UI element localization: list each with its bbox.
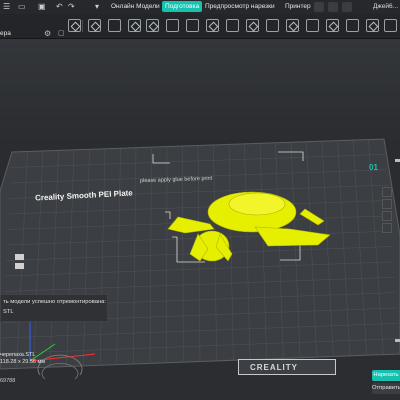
tab-online-models[interactable]: Онлайн Модели — [108, 1, 163, 12]
support-paint-icon[interactable] — [286, 19, 299, 32]
auto-orient-icon[interactable] — [146, 19, 159, 32]
user-name[interactable]: Джей6... — [373, 1, 398, 12]
color-paint-icon[interactable] — [326, 19, 339, 32]
side-tool-icon[interactable] — [382, 223, 392, 233]
rotate-icon[interactable] — [128, 19, 141, 32]
assemble-icon[interactable] — [366, 19, 379, 32]
arrange-icon[interactable] — [166, 19, 179, 32]
add-plate-icon[interactable] — [68, 19, 81, 32]
divider — [82, 20, 83, 32]
seam-paint-icon[interactable] — [306, 19, 319, 32]
text-icon[interactable] — [384, 19, 397, 32]
save-icon[interactable]: ▣ — [38, 2, 46, 11]
gear-icon[interactable]: ⚙ — [44, 29, 51, 38]
side-tool-icon[interactable] — [382, 211, 392, 221]
measure-icon[interactable] — [346, 19, 359, 32]
side-tool-icon[interactable] — [382, 187, 392, 197]
orient-icon[interactable] — [88, 19, 101, 32]
model-info: черепаха.STL 118.28 x 29.56 мм — [0, 352, 45, 366]
redo-icon[interactable]: ↷ — [68, 2, 75, 11]
3d-viewport[interactable]: please apply glue before print Creality … — [0, 39, 400, 400]
scale-icon[interactable] — [246, 19, 259, 32]
model-file-name: черепаха.STL — [0, 352, 36, 358]
repair-notification: ть модели успешно отремонтирована: STL — [0, 294, 108, 322]
expand-icon[interactable]: ▢ — [58, 29, 65, 37]
slice-button[interactable]: Нарезать — [372, 370, 400, 381]
settings-icon[interactable] — [342, 2, 352, 12]
side-tool-icon[interactable] — [382, 199, 392, 209]
toolbar: ера ⚙ ▢ — [0, 14, 400, 39]
send-button[interactable]: Отправить — [372, 383, 400, 394]
notification-text: ть модели успешно отремонтирована: — [3, 299, 107, 305]
tab-slice-preview[interactable]: Предпросмотр нарезки — [202, 1, 278, 12]
folder-icon[interactable]: ▭ — [18, 2, 26, 11]
left-panel-label: ера — [0, 30, 11, 37]
build-plate[interactable] — [0, 39, 400, 400]
mesh-boolean-icon[interactable] — [266, 19, 279, 32]
menu-icon[interactable]: ☰ — [3, 2, 10, 11]
top-bar: ☰ ▭ ▣ ↶ ↷ ▾ Онлайн Модели Подготовка Пре… — [0, 0, 400, 14]
brand-logo: CREALITY — [250, 363, 298, 372]
device-icon[interactable] — [314, 2, 324, 12]
undo-icon[interactable]: ↶ — [56, 2, 63, 11]
tab-prepare[interactable]: Подготовка — [162, 1, 203, 12]
grid-icon[interactable] — [108, 19, 121, 32]
help-icon[interactable] — [328, 2, 338, 12]
dropdown-icon[interactable]: ▾ — [95, 2, 99, 11]
model-facets: 69788 — [0, 378, 16, 384]
split-icon[interactable] — [206, 19, 219, 32]
cut-icon[interactable] — [226, 19, 239, 32]
lay-flat-icon[interactable] — [186, 19, 199, 32]
plate-number[interactable]: 01 — [369, 163, 378, 172]
notification-file: STL — [3, 309, 14, 315]
model-size: 118.28 x 29.56 мм — [0, 359, 46, 365]
tab-printer[interactable]: Принтер — [282, 1, 314, 12]
